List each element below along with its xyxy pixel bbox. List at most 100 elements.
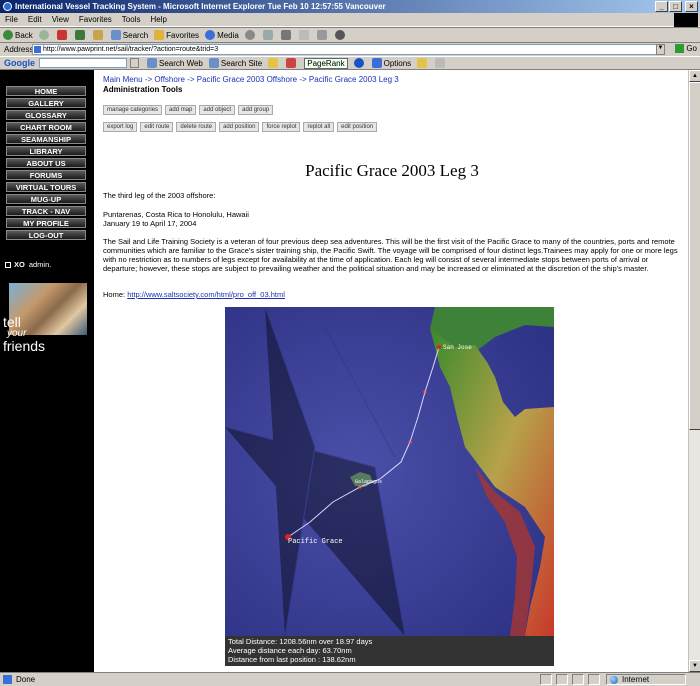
- refresh-button[interactable]: [74, 30, 87, 40]
- nav-library[interactable]: LIBRARY: [6, 146, 86, 156]
- add-object-button[interactable]: add object: [199, 105, 236, 115]
- mail-icon: [262, 30, 273, 40]
- add-map-button[interactable]: add map: [165, 105, 197, 115]
- label-galapagos: Galapagos: [355, 479, 382, 485]
- menu-file[interactable]: File: [5, 15, 18, 24]
- favorites-button[interactable]: Favorites: [154, 30, 199, 40]
- minimize-button[interactable]: _: [655, 1, 668, 12]
- history-button[interactable]: [244, 30, 257, 40]
- back-arrow-icon: [3, 30, 13, 40]
- nav-my-profile[interactable]: MY PROFILE: [6, 218, 86, 228]
- breadcrumb: Main Menu -> Offshore -> Pacific Grace 2…: [103, 75, 399, 84]
- menu-view[interactable]: View: [52, 15, 69, 24]
- nav-track-nav[interactable]: TRACK - NAV: [6, 206, 86, 216]
- address-dropdown[interactable]: ▼: [656, 44, 665, 55]
- maximize-button[interactable]: □: [669, 1, 682, 12]
- page-info-icon: [268, 58, 279, 68]
- force-replot-button[interactable]: force replot: [262, 122, 301, 132]
- nav-forums[interactable]: FORUMS: [6, 170, 86, 180]
- breadcrumb-leg-3[interactable]: Pacific Grace 2003 Leg 3: [309, 75, 399, 84]
- google-search-dropdown[interactable]: [130, 58, 139, 68]
- info-button[interactable]: [353, 58, 366, 68]
- map-graphic: San Jose Galapagos Pacific Grace: [225, 307, 554, 636]
- back-button[interactable]: Back: [3, 30, 33, 40]
- route-map[interactable]: San Jose Galapagos Pacific Grace Total D…: [225, 307, 554, 666]
- search-site-button[interactable]: Search Site: [208, 58, 262, 68]
- nav-mug-up[interactable]: MUG-UP: [6, 194, 86, 204]
- admin-tools-title: Administration Tools: [103, 85, 183, 94]
- route-point: [408, 440, 412, 444]
- add-position-button[interactable]: add position: [219, 122, 260, 132]
- edit-button[interactable]: [298, 30, 311, 40]
- nav-home[interactable]: HOME: [6, 86, 86, 96]
- close-button[interactable]: ×: [685, 1, 698, 12]
- standard-toolbar: Back Search Favorites Media: [0, 27, 700, 43]
- highlight-button[interactable]: [435, 58, 447, 68]
- go-arrow-icon: [675, 44, 685, 53]
- status-divider: [588, 674, 600, 685]
- folder-button[interactable]: [417, 58, 429, 68]
- last-position-distance: Distance from last position : 138.62nm: [228, 655, 356, 664]
- media-button[interactable]: Media: [205, 30, 239, 40]
- search-web-button[interactable]: Search Web: [147, 58, 203, 68]
- page-done-icon: [3, 675, 12, 684]
- scroll-thumb[interactable]: [689, 82, 700, 430]
- google-logo[interactable]: Google: [4, 58, 35, 68]
- menu-tools[interactable]: Tools: [122, 15, 141, 24]
- route-point: [358, 485, 362, 489]
- google-search-input[interactable]: [39, 58, 127, 68]
- label-ship: Pacific Grace: [288, 538, 343, 546]
- nav-glossary[interactable]: GLOSSARY: [6, 110, 86, 120]
- go-button[interactable]: Go: [675, 44, 697, 53]
- menu-favorites[interactable]: Favorites: [79, 15, 112, 24]
- manage-categories-button[interactable]: manage categories: [103, 105, 163, 115]
- discuss-button[interactable]: [316, 30, 329, 40]
- nav-virtual-tours[interactable]: VIRTUAL TOURS: [6, 182, 86, 192]
- stop-button[interactable]: [56, 30, 69, 40]
- add-group-button[interactable]: add group: [238, 105, 274, 115]
- stop-icon: [56, 30, 67, 40]
- nav-log-out[interactable]: LOG-OUT: [6, 230, 86, 240]
- route-point-start: [437, 345, 441, 349]
- breadcrumb-main-menu[interactable]: Main Menu: [103, 75, 143, 84]
- user-name: XO: [14, 260, 25, 269]
- messenger-button[interactable]: [334, 30, 347, 40]
- address-label: Address: [4, 45, 34, 54]
- options-button[interactable]: Options: [371, 58, 411, 68]
- breadcrumb-offshore[interactable]: Offshore: [154, 75, 185, 84]
- window-titlebar: International Vessel Tracking System - M…: [0, 0, 700, 13]
- nav-about-us[interactable]: ABOUT US: [6, 158, 86, 168]
- popup-blocker-icon: [286, 58, 297, 68]
- popup-blocker-button[interactable]: [286, 58, 298, 68]
- breadcrumb-offshore-2003[interactable]: Pacific Grace 2003 Offshore: [197, 75, 297, 84]
- highlight-icon: [435, 58, 446, 68]
- home-link[interactable]: http://www.saltsociety.com/html/pro_off_…: [127, 290, 285, 299]
- nav-chart-room[interactable]: CHART ROOM: [6, 122, 86, 132]
- home-button[interactable]: [92, 30, 105, 40]
- delete-route-button[interactable]: delete route: [176, 122, 217, 132]
- route-text: Puntarenas, Costa Rica to Honolulu, Hawa…: [103, 210, 249, 219]
- page-scrollbar[interactable]: ▲ ▼: [688, 70, 700, 672]
- pagerank-meter[interactable]: PageRank: [304, 57, 348, 69]
- page-icon: [34, 46, 41, 53]
- edit-position-button[interactable]: edit position: [337, 122, 378, 132]
- edit-route-button[interactable]: edit route: [140, 122, 174, 132]
- menu-help[interactable]: Help: [150, 15, 166, 24]
- nav-gallery[interactable]: GALLERY: [6, 98, 86, 108]
- page-info-button[interactable]: [268, 58, 280, 68]
- refresh-icon: [74, 30, 85, 40]
- tell-friends-banner[interactable]: tell your friends: [3, 315, 45, 353]
- address-input[interactable]: http://www.pawprint.net/sail/tracker/?ac…: [32, 44, 664, 55]
- scroll-down-button[interactable]: ▼: [689, 660, 700, 672]
- nav-seamanship[interactable]: SEAMANSHIP: [6, 134, 86, 144]
- windows-logo-icon: [674, 13, 698, 27]
- mail-button[interactable]: [262, 30, 275, 40]
- print-button[interactable]: [280, 30, 293, 40]
- export-log-button[interactable]: export log: [103, 122, 138, 132]
- menu-edit[interactable]: Edit: [28, 15, 42, 24]
- replot-all-button[interactable]: replot all: [303, 122, 335, 132]
- scroll-up-button[interactable]: ▲: [689, 70, 700, 82]
- search-button[interactable]: Search: [110, 30, 148, 40]
- forward-button[interactable]: [38, 30, 51, 40]
- history-icon: [244, 30, 255, 40]
